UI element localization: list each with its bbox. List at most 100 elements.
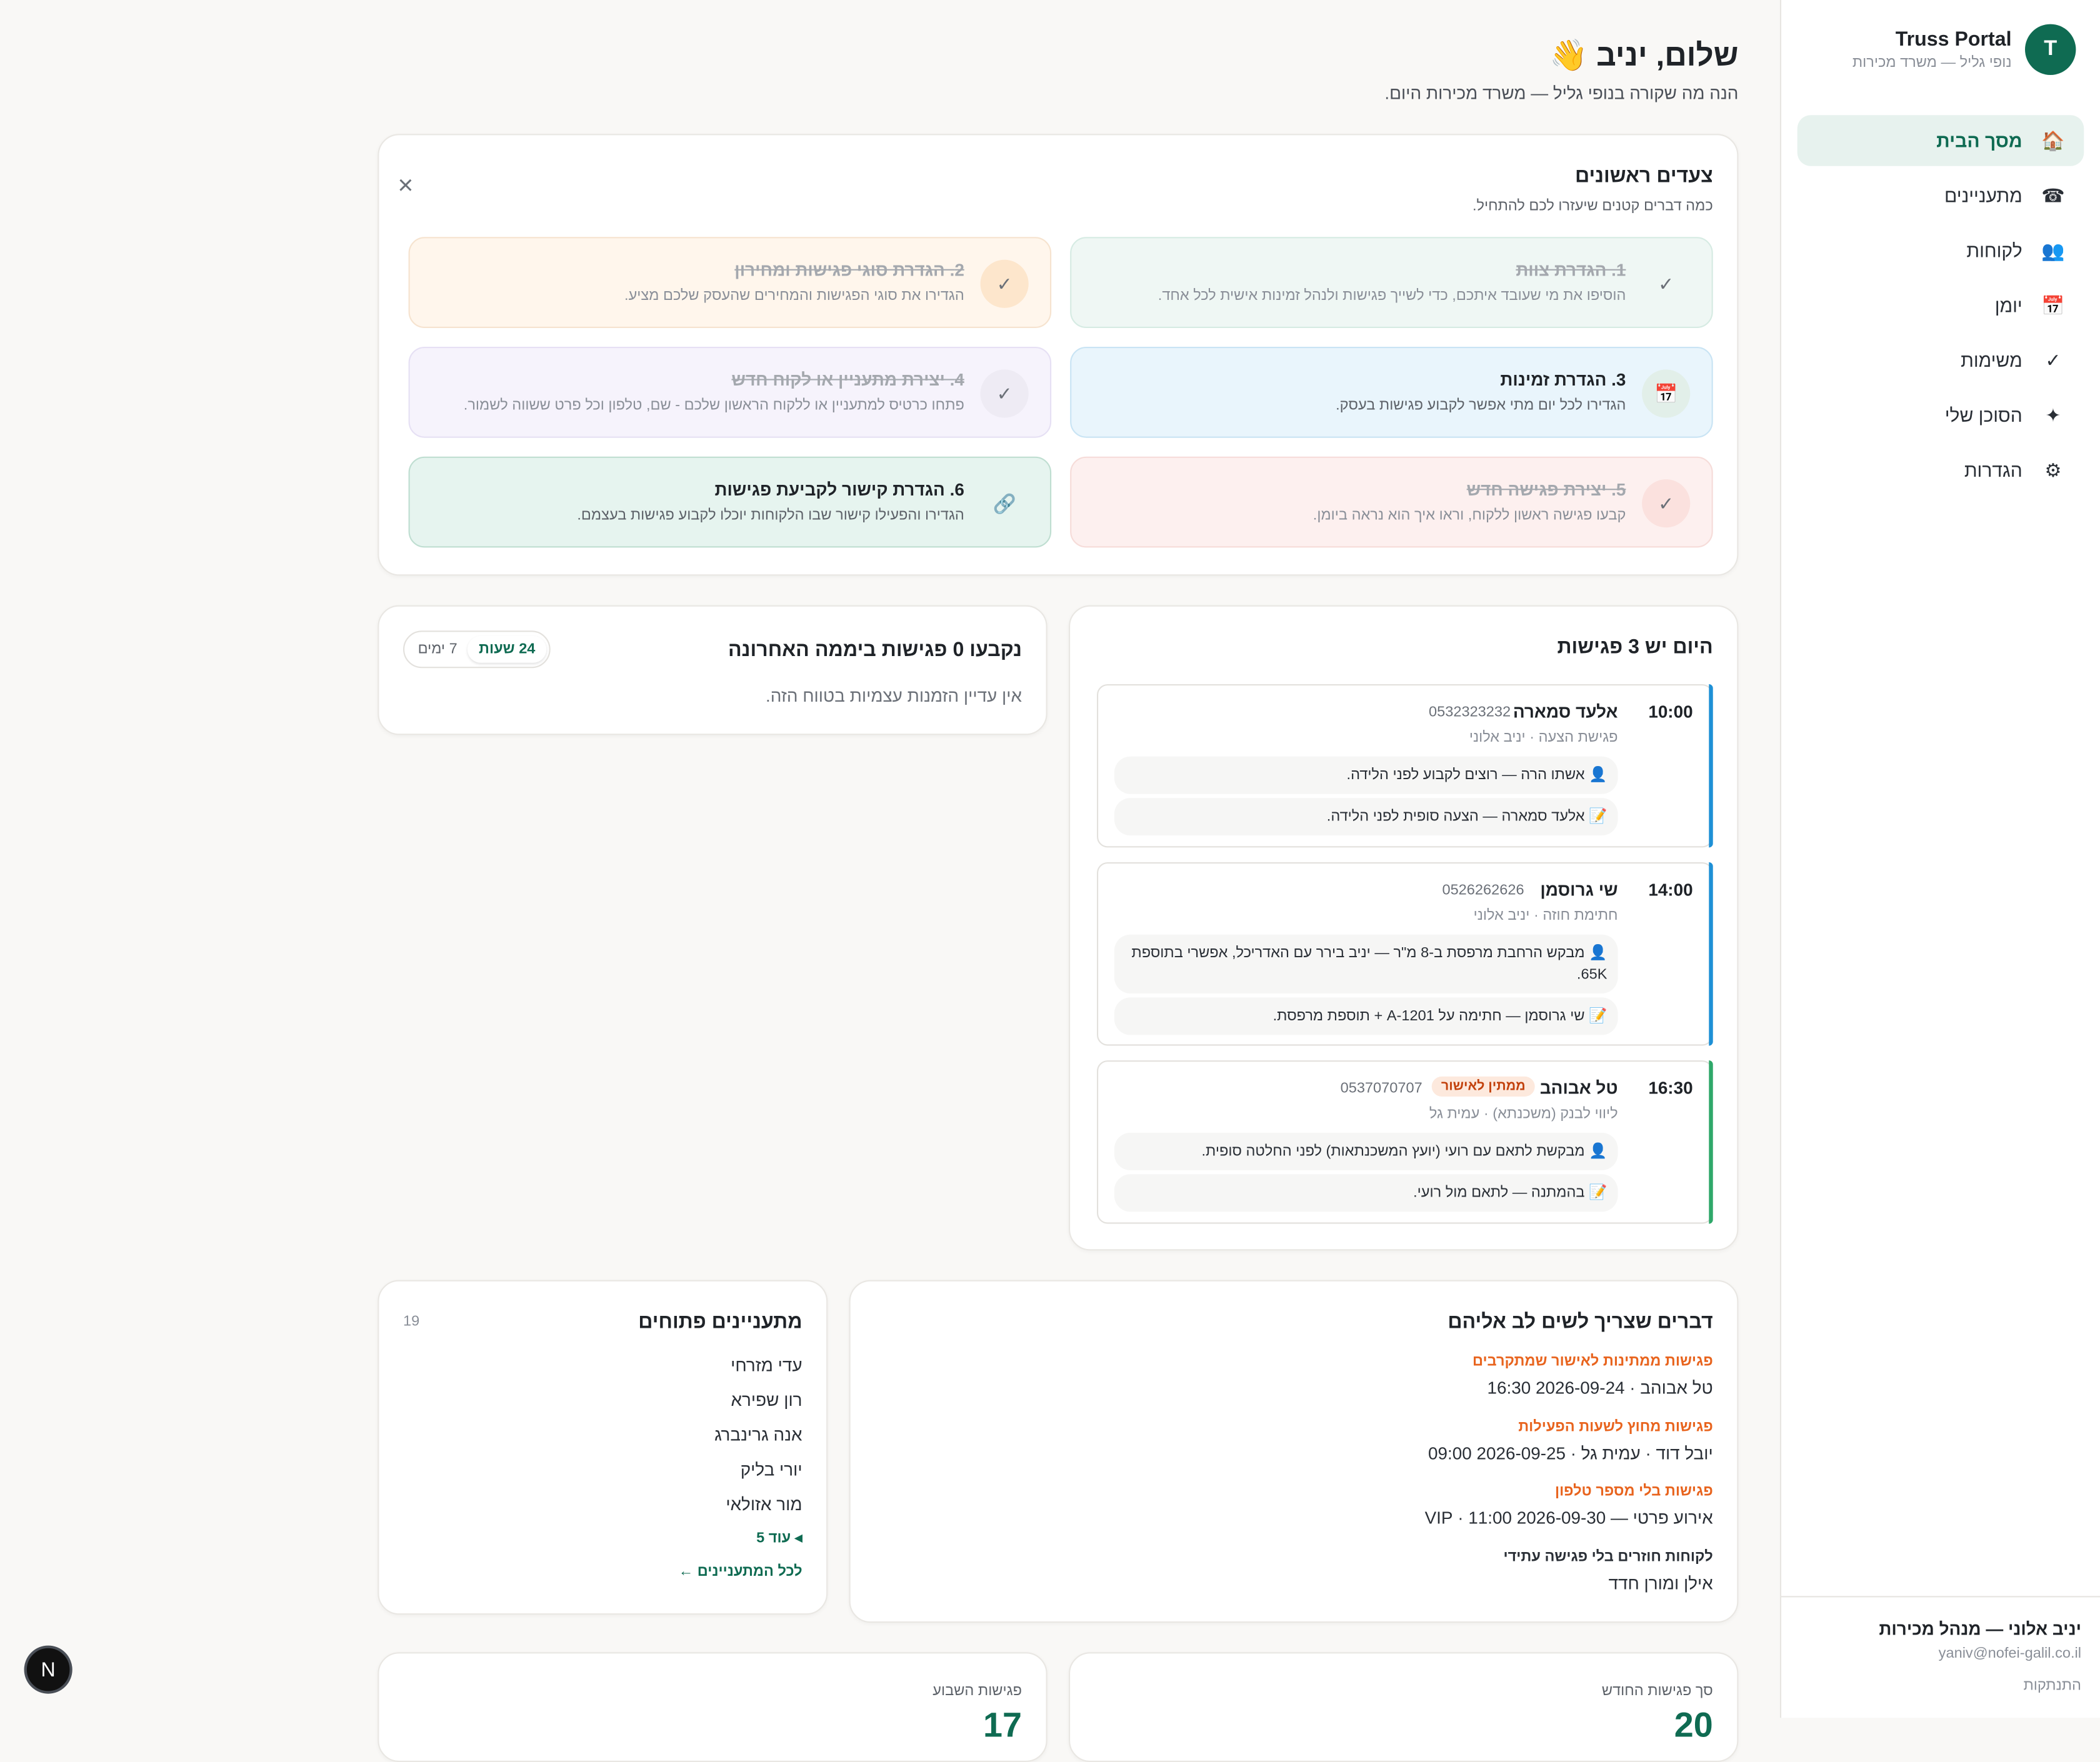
meeting-phone[interactable]: 0537070707: [1341, 1080, 1422, 1097]
attention-label: פגישות ממתינות לאישור שמתקרבים: [1472, 1353, 1713, 1370]
meeting-note: 👤 מבקשת לתאם עם רועי (יועץ המשכנתאות) לפ…: [1114, 1132, 1618, 1170]
home-icon: 🏠: [2041, 129, 2065, 151]
meeting-time: 14:00: [1648, 879, 1693, 900]
phone-icon: ☎: [2041, 184, 2065, 206]
meeting-note: 📝 אלעד סמארה — הצעה סופית לפני הלידה.: [1114, 798, 1618, 836]
attention-item[interactable]: לקוחות חוזרים בלי פגישה עתידי אילן ומורן…: [1503, 1549, 1712, 1593]
check-icon: ✓: [2045, 349, 2061, 371]
user-email: yaniv@nofei-galil.co.il: [1938, 1645, 2081, 1662]
onboarding-step-availability[interactable]: 📅 3. הגדרת זמינות הגדירו לכל יום מתי אפש…: [1070, 347, 1713, 438]
brand-title: Truss Portal: [1895, 28, 2012, 51]
attention-value: אילן ומורן חדד: [1608, 1573, 1713, 1593]
onboarding-step-new-lead[interactable]: ✓ 4. יצירת מתעניין או לקוח חדש פתחו כרטי…: [408, 347, 1052, 438]
meeting-name: שי גרוסמן: [1540, 879, 1618, 900]
sidebar: T Truss Portal נופי גליל — משרד מכירות 🏠…: [1779, 0, 2100, 1718]
close-icon[interactable]: ×: [398, 172, 413, 199]
onboarding-subtitle: כמה דברים קטנים שיעזרו לכם להתחיל.: [1472, 198, 1713, 214]
onboarding-title: צעדים ראשונים: [1574, 164, 1713, 187]
self-booked-empty: אין עדיין הזמנות עצמיות בטווח הזה.: [765, 685, 1022, 706]
onboarding-step-booking-link[interactable]: 🔗 6. הגדרת קישור לקביעת פגישות הגדירו וה…: [408, 456, 1052, 548]
meeting-type: חתימת חוזה · יניב אלוני: [1473, 907, 1618, 924]
attention-card: דברים שצריך לשים לב אליהם פגישות ממתינות…: [849, 1280, 1739, 1623]
attention-label: לקוחות חוזרים בלי פגישה עתידי: [1503, 1549, 1713, 1565]
lead-item[interactable]: רון שפירא: [731, 1390, 802, 1410]
sidebar-item-customers[interactable]: 👥 לקוחות: [1798, 225, 2084, 276]
meeting-note: 📝 שי גרוסמן — חתימה על A-1201 + תוספת מר…: [1114, 997, 1618, 1035]
stat-value: 20: [1674, 1704, 1713, 1745]
sidebar-item-tasks[interactable]: ✓ משימות: [1798, 335, 2084, 386]
onboarding-card: צעדים ראשונים כמה דברים קטנים שיעזרו לכם…: [378, 134, 1739, 576]
check-icon: ✓: [980, 369, 1029, 418]
meeting-type: ליווי לבנק (משכנתא) · עמית גל: [1429, 1106, 1618, 1122]
range-7d-button[interactable]: 7 ימים: [407, 636, 468, 663]
today-title: היום יש 3 פגישות: [1557, 635, 1713, 659]
calendar-icon: 📅: [1642, 369, 1691, 418]
onboarding-step-new-meeting[interactable]: ✓ 5. יצירת פגישה חדש קבעו פגישה ראשון לל…: [1070, 456, 1713, 548]
sidebar-item-leads[interactable]: ☎ מתעניינים: [1798, 170, 2084, 221]
stat-label: פגישות השבוע: [932, 1683, 1022, 1700]
step-description: פתחו כרטיס למתעניין או ללקוח הראשון שלכם…: [463, 397, 964, 414]
attention-value: טל אבוהב · 2026-09-24 16:30: [1487, 1378, 1713, 1398]
gear-icon: ⚙: [2044, 458, 2062, 480]
meeting-phone[interactable]: 0532323232: [1429, 704, 1511, 720]
meeting-time: 16:30: [1648, 1078, 1693, 1098]
meeting-card[interactable]: 10:00 אלעד סמארה 0532323232 פגישת הצעה ·…: [1097, 684, 1713, 848]
meeting-note: 👤 מבקש הרחבת מרפסת ב-8 מ"ר — יניב בירר ע…: [1114, 934, 1618, 993]
step-description: קבעו פגישה ראשון ללקוח, וראו איך הוא נרא…: [1312, 507, 1626, 524]
meeting-note: 📝 בהמתנה — לתאם מול רועי.: [1114, 1174, 1618, 1212]
attention-item[interactable]: פגישות ממתינות לאישור שמתקרבים טל אבוהב …: [1472, 1353, 1713, 1398]
users-icon: 👥: [2041, 239, 2065, 261]
sidebar-item-label: לקוחות: [1966, 239, 2022, 261]
meeting-name: אלעד סמארה: [1512, 701, 1618, 722]
user-name: יניב אלוני — מנהל מכירות: [1879, 1618, 2081, 1639]
check-icon: ✓: [1658, 272, 1674, 294]
sidebar-item-label: הגדרות: [1964, 459, 2022, 481]
step-title: 4. יצירת מתעניין או לקוח חדש: [731, 369, 964, 390]
step-description: הגדירו לכל יום מתי אפשר לקבוע פגישות בעס…: [1336, 397, 1626, 414]
today-meetings-card: היום יש 3 פגישות 10:00 אלעד סמארה 053232…: [1069, 605, 1739, 1251]
stat-value: 17: [983, 1704, 1022, 1745]
stat-card-week: פגישות השבוע 17: [378, 1652, 1048, 1762]
lead-item[interactable]: יורי בליק: [741, 1460, 802, 1480]
meeting-time: 10:00: [1648, 701, 1693, 722]
range-24h-button[interactable]: 24 שעות: [468, 635, 546, 663]
attention-value: אירוע פרטי — 2026-09-30 11:00 · VIP: [1424, 1507, 1713, 1528]
more-leads-link[interactable]: ◂ עוד 5: [756, 1529, 802, 1546]
all-leads-link[interactable]: לכל המתעניינים ←: [679, 1564, 802, 1580]
lead-item[interactable]: עדי מזרחי: [731, 1355, 802, 1375]
stat-card-month: סך פגישות החודש 20: [1069, 1652, 1739, 1762]
step-description: הגדירו את סוגי הפגישות והמחירים שהעסק של…: [624, 287, 964, 304]
user-box: יניב אלוני — מנהל מכירות yaniv@nofei-gal…: [1781, 1596, 2100, 1718]
lead-item[interactable]: אנה גרינברג: [714, 1425, 802, 1445]
onboarding-step-meeting-types[interactable]: ✓ 2. הגדרת סוגי פגישות ומחירון הגדירו את…: [408, 237, 1052, 328]
sidebar-item-settings[interactable]: ⚙ הגדרות: [1798, 444, 2084, 495]
sidebar-item-label: יומן: [1994, 294, 2022, 316]
attention-label: פגישות מחוץ לשעות הפעילות: [1518, 1419, 1713, 1436]
meeting-card[interactable]: 14:00 שי גרוסמן 0526262626 חתימת חוזה · …: [1097, 862, 1713, 1046]
attention-label: פגישות בלי מספר טלפון: [1554, 1483, 1713, 1500]
sidebar-item-agent[interactable]: ✦ הסוכן שלי: [1798, 390, 2084, 440]
brand-avatar: T: [2025, 24, 2076, 75]
attention-item[interactable]: פגישות בלי מספר טלפון אירוע פרטי — 2026-…: [1425, 1483, 1713, 1528]
sidebar-item-label: הסוכן שלי: [1944, 404, 2022, 426]
stat-label: סך פגישות החודש: [1601, 1683, 1713, 1700]
sidebar-item-calendar[interactable]: 📅 יומן: [1798, 280, 2084, 331]
devtools-icon[interactable]: N: [24, 1645, 72, 1694]
sidebar-nav: 🏠 מסך הבית ☎ מתעניינים 👥 לקוחות 📅 יומן ✓…: [1797, 115, 2084, 499]
sparkle-icon: ✦: [2045, 404, 2061, 426]
attention-title: דברים שצריך לשים לב אליהם: [1448, 1310, 1713, 1334]
attention-item[interactable]: פגישות מחוץ לשעות הפעילות יובל דוד · עמי…: [1428, 1419, 1713, 1463]
meeting-name: טל אבוהב: [1539, 1078, 1618, 1098]
onboarding-step-team[interactable]: ✓ 1. הגדרת צוות הוסיפו את מי שעובד איתכם…: [1070, 237, 1713, 328]
brand[interactable]: T Truss Portal נופי גליל — משרד מכירות: [1852, 24, 2076, 75]
open-leads-title: מתעניינים פתוחים: [638, 1310, 802, 1334]
page-title: שלום, יניב 👋: [1549, 37, 1739, 72]
lead-item[interactable]: מור אזולאי: [726, 1494, 802, 1514]
sidebar-item-home[interactable]: 🏠 מסך הבית: [1797, 115, 2084, 166]
sidebar-item-label: מסך הבית: [1936, 129, 2022, 152]
step-description: הגדירו והפעילו קישור שבו הלקוחות יוכלו ל…: [577, 507, 964, 524]
meeting-card[interactable]: 16:30 טל אבוהב ממתין לאישור 0537070707 ל…: [1097, 1060, 1713, 1224]
meeting-phone[interactable]: 0526262626: [1442, 882, 1524, 898]
open-leads-card: מתעניינים פתוחים 19 עדי מזרחי רון שפירא …: [378, 1280, 828, 1615]
logout-link[interactable]: התנתקות: [2023, 1678, 2081, 1694]
